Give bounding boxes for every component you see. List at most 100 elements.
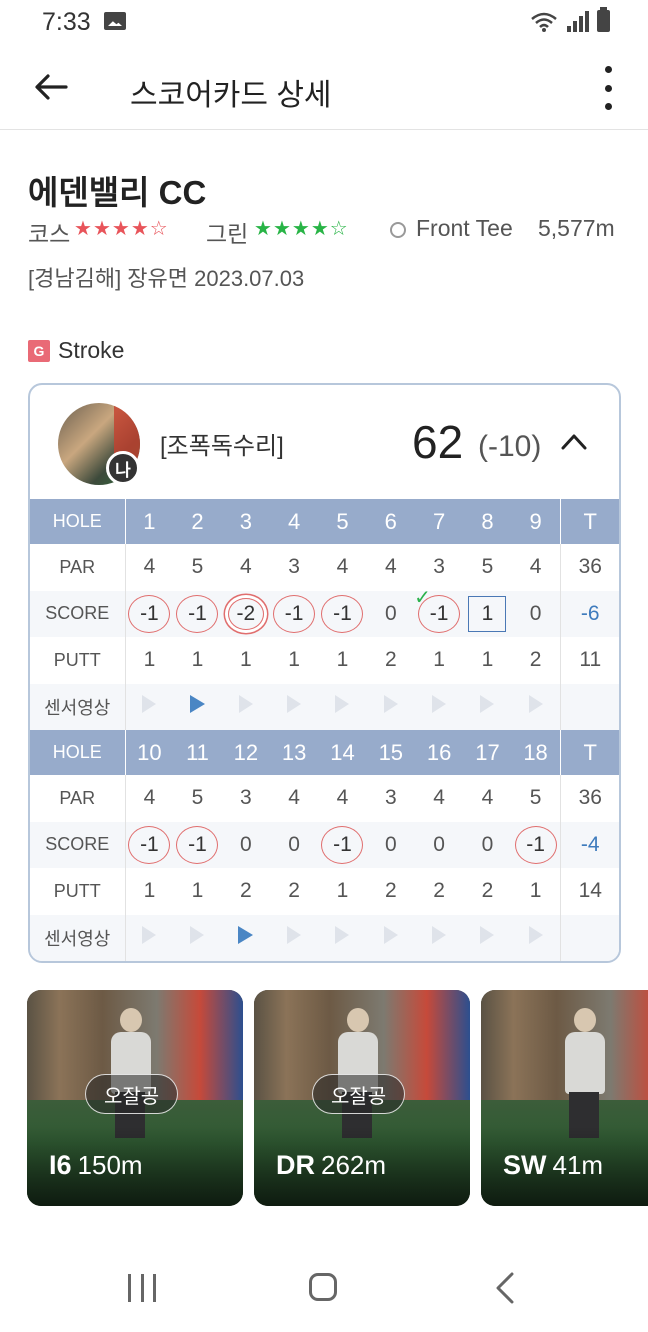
hole-number: 10 — [125, 730, 174, 775]
app-bar: 스코어카드 상세 — [0, 46, 648, 130]
club-name: SW — [503, 1150, 547, 1180]
play-icon — [335, 925, 350, 944]
system-nav-bar — [0, 1250, 648, 1332]
shot-video-carousel[interactable]: 오잘공 I6 150m 오잘공 DR 262m SW 41m — [27, 990, 648, 1208]
putt-total: 14 — [559, 868, 619, 915]
play-icon — [383, 694, 398, 713]
par-total: 36 — [559, 544, 619, 591]
play-icon[interactable] — [238, 925, 254, 944]
hole-number: 14 — [318, 730, 367, 775]
putt-value: 2 — [384, 879, 397, 903]
chevron-up-icon[interactable] — [559, 427, 589, 455]
putt-value: 1 — [529, 879, 542, 903]
shot-video-card[interactable]: 오잘공 I6 150m — [27, 990, 243, 1206]
putt-value: 1 — [336, 879, 349, 903]
putt-label: PUTT — [30, 868, 126, 915]
score-value: 0 — [269, 821, 319, 868]
scorecard-panel: 나 [조폭독수리] 6 2 (-10) HOLE 1 2 3 4 5 6 7 8 … — [28, 383, 621, 963]
hole-number: 17 — [463, 730, 512, 775]
total-score-diff: (-10) — [478, 430, 542, 463]
shot-video-card[interactable]: SW 41m — [481, 990, 648, 1206]
video-row-back: 센서영상 — [30, 914, 619, 961]
putt-value: 1 — [143, 648, 156, 672]
status-icons — [529, 7, 610, 32]
play-icon — [383, 925, 398, 944]
me-badge: 나 — [106, 451, 140, 485]
back-arrow-icon[interactable] — [28, 64, 74, 110]
putt-value: 1 — [191, 648, 204, 672]
play-icon — [190, 925, 205, 944]
score-value: -1 — [514, 825, 557, 864]
putt-value: 1 — [336, 648, 349, 672]
putt-value: 2 — [288, 879, 300, 903]
green-rating-stars: ★ ★ ★ ★ ☆ — [254, 218, 348, 240]
score-value: -1 — [128, 825, 171, 864]
more-options-icon[interactable] — [594, 66, 622, 110]
score-value: -1 — [176, 825, 219, 864]
game-mode: G Stroke — [28, 337, 124, 364]
hole-number: 6 — [366, 499, 415, 544]
recent-apps-icon[interactable] — [128, 1274, 156, 1302]
course-rating-stars: ★ ★ ★ ★ ☆ — [74, 218, 168, 240]
wifi-icon — [531, 12, 557, 32]
putt-value: 1 — [433, 648, 445, 672]
score-value: 0 — [366, 821, 415, 868]
mode-badge: G — [28, 339, 50, 362]
par-value: 3 — [384, 786, 397, 810]
hole-number: 1 — [125, 499, 174, 544]
hole-number: 9 — [511, 499, 560, 544]
par-value: 4 — [529, 555, 542, 579]
putt-value: 2 — [481, 879, 494, 903]
shot-info: I6 150m — [49, 1150, 143, 1181]
play-icon — [528, 694, 543, 713]
player-nickname: [조폭독수리] — [160, 433, 284, 460]
hole-label: HOLE — [30, 499, 126, 544]
play-icon — [335, 694, 350, 713]
par-value: 4 — [336, 786, 349, 810]
hole-number: 12 — [221, 730, 270, 775]
play-icon — [432, 925, 447, 944]
par-value: 5 — [191, 555, 204, 579]
par-row-back: PAR 4 5 3 4 4 3 4 4 5 36 — [30, 775, 619, 822]
par-value: 5 — [191, 786, 204, 810]
video-total-empty — [559, 683, 619, 730]
score-total: -6 — [559, 590, 619, 637]
play-icon — [287, 925, 302, 944]
score-value: 0 — [511, 590, 560, 637]
score-row-back: SCORE -1 -1 0 0 -1 0 0 0 -1 -4 — [30, 821, 619, 868]
putt-label: PUTT — [30, 637, 126, 684]
signal-icon — [567, 10, 589, 32]
putt-value: 1 — [191, 879, 204, 903]
score-total: -4 — [559, 821, 619, 868]
gallery-icon — [104, 12, 126, 30]
hole-number: 15 — [366, 730, 415, 775]
hole-label: HOLE — [30, 730, 126, 775]
shot-video-card[interactable]: 오잘공 DR 262m — [254, 990, 470, 1206]
score-value: 0 — [366, 590, 415, 637]
hole-number: 5 — [318, 499, 367, 544]
hole-row-front: HOLE 1 2 3 4 5 6 7 8 9 T — [30, 499, 619, 544]
scorecard-table: HOLE 1 2 3 4 5 6 7 8 9 T PAR 4 5 4 3 4 4… — [30, 499, 619, 961]
par-value: 3 — [288, 555, 300, 579]
hole-number: 16 — [414, 730, 464, 775]
play-icon[interactable] — [189, 694, 205, 713]
home-icon[interactable] — [309, 1273, 337, 1301]
score-value: -1 — [273, 594, 316, 633]
score-row-front: SCORE -1 -1 -2 -1 -1 0 ✓ -1 1 0 -6 — [30, 587, 619, 637]
shot-distance: 41m — [552, 1150, 604, 1180]
mode-label: Stroke — [58, 337, 125, 363]
course-distance: 5,577m — [538, 215, 615, 241]
shot-distance: 150m — [77, 1150, 143, 1180]
score-value: -1 — [128, 594, 171, 633]
play-icon — [142, 694, 157, 713]
shot-distance: 262m — [321, 1150, 387, 1180]
putt-value: 1 — [288, 648, 300, 672]
nav-back-icon[interactable] — [490, 1270, 522, 1306]
score-value: -1 — [321, 825, 364, 864]
par-value: 4 — [143, 555, 156, 579]
par-value: 5 — [529, 786, 542, 810]
par-value: 3 — [433, 555, 445, 579]
putt-value: 2 — [239, 879, 252, 903]
hole-number: 18 — [511, 730, 560, 775]
score-value: -1 — [418, 594, 461, 633]
